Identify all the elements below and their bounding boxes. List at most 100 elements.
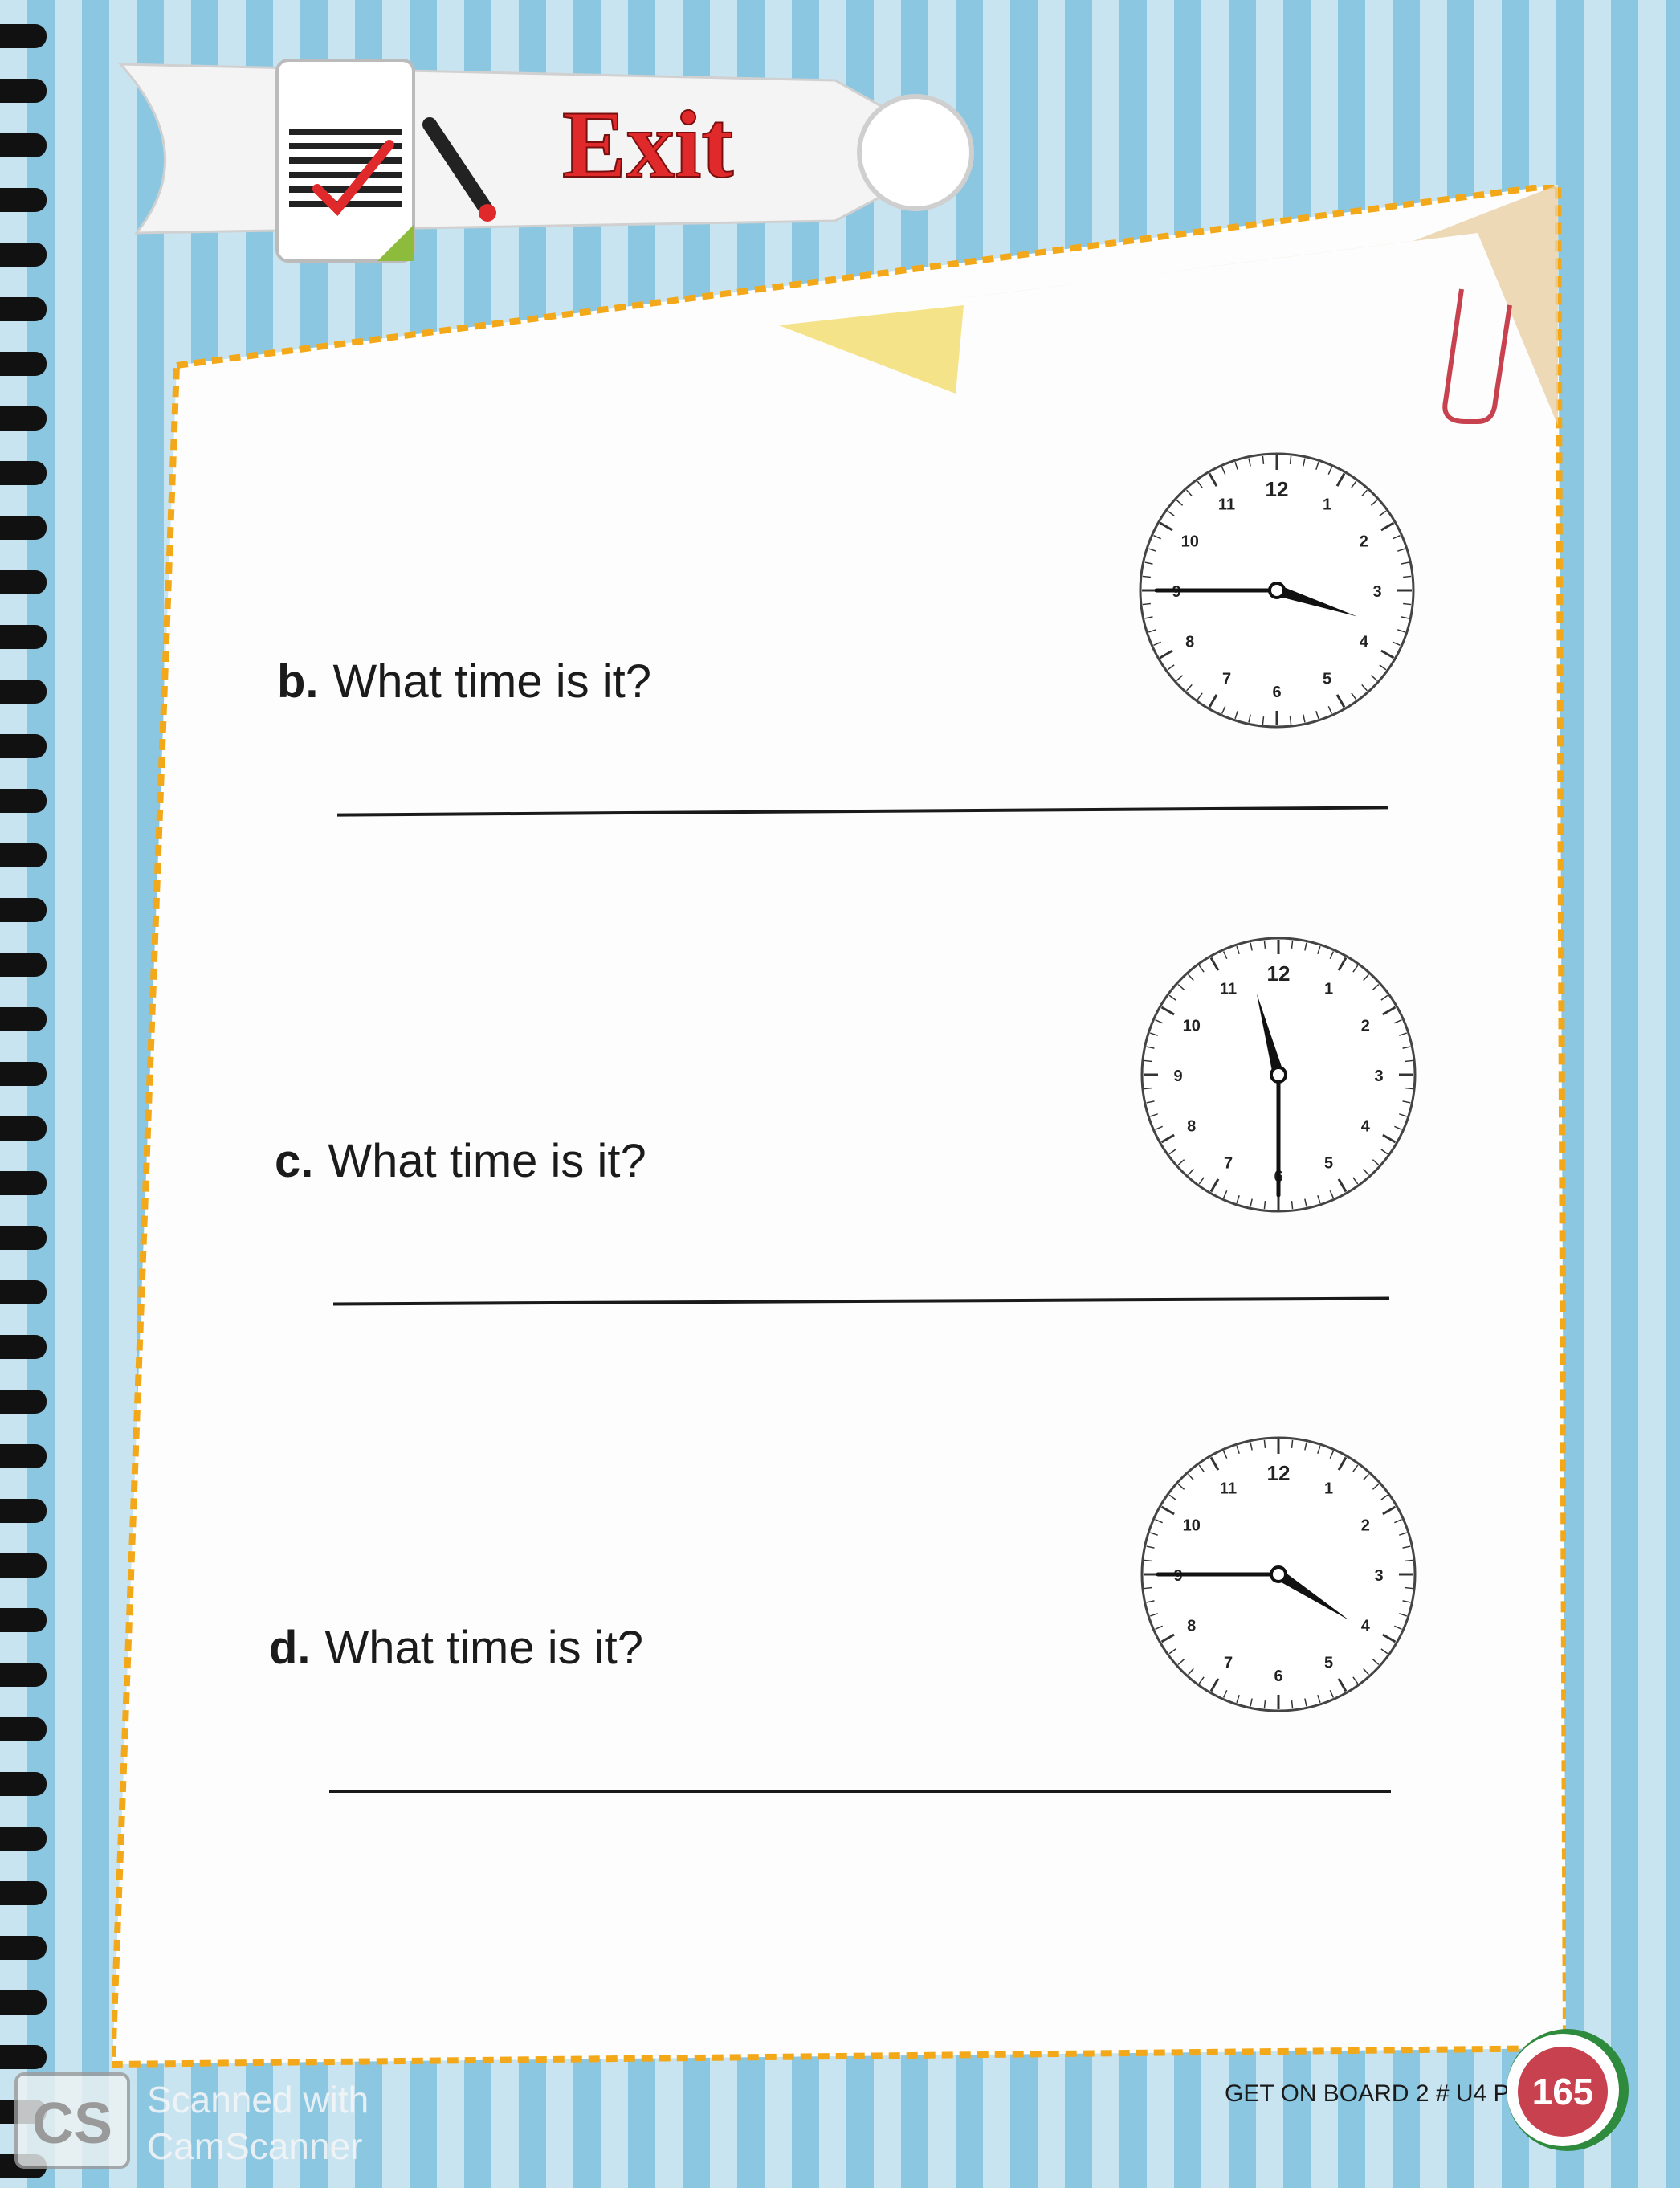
clock-numeral: 1: [1323, 496, 1331, 514]
clock-tick: [1144, 1586, 1152, 1590]
spiral-ring: [0, 734, 47, 758]
spiral-ring: [0, 516, 47, 540]
clock-tick: [1291, 1201, 1294, 1210]
clock-numeral: 2: [1361, 1517, 1370, 1535]
clock-numeral: 12: [1266, 477, 1289, 501]
footer-book-code: GET ON BOARD 2 # U4 PA: [1225, 2080, 1524, 2107]
watermark-line-2: CamScanner: [147, 2125, 362, 2167]
page-number-badge: 165: [1507, 2029, 1629, 2151]
spiral-ring: [0, 1444, 47, 1468]
clock-numeral: 8: [1187, 1118, 1196, 1136]
clock-numeral: 8: [1185, 634, 1194, 651]
clock-numeral: 4: [1360, 634, 1369, 651]
question-c: c. What time is it?: [275, 1134, 646, 1188]
clock-numeral: 2: [1361, 1018, 1370, 1035]
clock-numeral: 12: [1267, 1461, 1291, 1485]
camscanner-watermark: CS Scanned with CamScanner: [14, 2072, 369, 2169]
spiral-binding: [0, 0, 56, 2188]
clock-numeral: 8: [1187, 1618, 1196, 1635]
clock-center-pin: [1268, 582, 1286, 599]
page-number: 165: [1532, 2071, 1594, 2112]
clock-numeral: 3: [1372, 583, 1381, 601]
clock-numeral: 6: [1272, 684, 1281, 701]
spiral-ring: [0, 297, 47, 321]
question-text: What time is it?: [324, 1622, 643, 1674]
clock-numeral: 1: [1324, 1480, 1333, 1498]
question-text: What time is it?: [332, 655, 651, 708]
spiral-ring: [0, 406, 47, 431]
spiral-ring: [0, 1116, 47, 1141]
spiral-ring: [0, 1936, 47, 1960]
spiral-ring: [0, 2045, 47, 2069]
clock-tick: [1263, 940, 1266, 949]
clock-numeral: 11: [1218, 496, 1235, 514]
spiral-ring: [0, 1226, 47, 1250]
clock-tick: [1405, 1559, 1413, 1562]
question-d: d. What time is it?: [269, 1621, 643, 1675]
clock-numeral: 10: [1181, 533, 1199, 551]
question-letter: c.: [275, 1135, 314, 1187]
spiral-ring: [0, 570, 47, 594]
clock-tick: [1263, 1201, 1266, 1210]
clock-face-b: 121234567891011: [1139, 452, 1415, 729]
clock-center-pin: [1270, 1066, 1287, 1084]
clock-tick: [1405, 1059, 1413, 1063]
watermark-line-1: Scanned with: [147, 2079, 369, 2121]
clock-face-d: 121234567891011: [1140, 1436, 1417, 1712]
clock-tick: [1144, 1559, 1152, 1562]
spiral-ring: [0, 680, 47, 704]
spiral-ring: [0, 1990, 47, 2015]
spiral-ring: [0, 1280, 47, 1304]
spiral-ring: [0, 1663, 47, 1687]
clock-tick: [1263, 1700, 1266, 1709]
clock-numeral: 4: [1361, 1118, 1371, 1136]
clock-numeral: 3: [1374, 1067, 1383, 1085]
clock-tick: [1262, 455, 1265, 464]
spiral-ring: [0, 188, 47, 212]
camscanner-logo: CS: [32, 2092, 112, 2156]
spiral-ring: [0, 1881, 47, 1905]
answer-line-d[interactable]: [329, 1790, 1391, 1793]
spiral-ring: [0, 24, 47, 48]
spiral-ring: [0, 789, 47, 813]
clock-face-c: 121234567891011: [1140, 937, 1417, 1213]
clock-numeral: 2: [1360, 533, 1368, 551]
question-text: What time is it?: [328, 1135, 646, 1187]
clock-numeral: 7: [1224, 1654, 1233, 1672]
clock-numeral: 10: [1183, 1018, 1201, 1035]
clock-center-pin: [1270, 1565, 1287, 1583]
spiral-ring: [0, 79, 47, 103]
spiral-ring: [0, 953, 47, 977]
spiral-ring: [0, 1553, 47, 1578]
clock-numeral: 11: [1220, 1480, 1237, 1498]
clock-numeral: 5: [1324, 1654, 1333, 1672]
spiral-ring: [0, 1062, 47, 1086]
clock-tick: [1291, 1700, 1294, 1709]
spiral-ring: [0, 1772, 47, 1796]
clock-tick: [1405, 1087, 1413, 1090]
spiral-ring: [0, 1827, 47, 1851]
clock-numeral: 4: [1361, 1618, 1371, 1635]
clock-tick: [1142, 602, 1151, 606]
clock-numeral: 5: [1323, 670, 1331, 688]
spiral-ring: [0, 243, 47, 267]
spiral-ring: [0, 1171, 47, 1195]
clock-tick: [1144, 1087, 1152, 1090]
clock-numeral: 1: [1324, 981, 1333, 998]
spiral-ring: [0, 352, 47, 376]
clock-numeral: 12: [1267, 961, 1291, 986]
spiral-ring: [0, 1499, 47, 1523]
spiral-ring: [0, 843, 47, 867]
question-letter: d.: [269, 1622, 311, 1674]
clock-numeral: 11: [1220, 981, 1237, 998]
clock-numeral: 7: [1222, 670, 1231, 688]
spiral-ring: [0, 1335, 47, 1359]
question-b: b. What time is it?: [277, 655, 651, 708]
clock-tick: [1405, 1586, 1413, 1590]
clock-numeral: 3: [1374, 1567, 1383, 1585]
spiral-ring: [0, 1608, 47, 1632]
spiral-ring: [0, 1007, 47, 1031]
banner-title: Exit: [562, 91, 733, 198]
clock-tick: [1403, 575, 1412, 578]
question-letter: b.: [277, 655, 319, 708]
